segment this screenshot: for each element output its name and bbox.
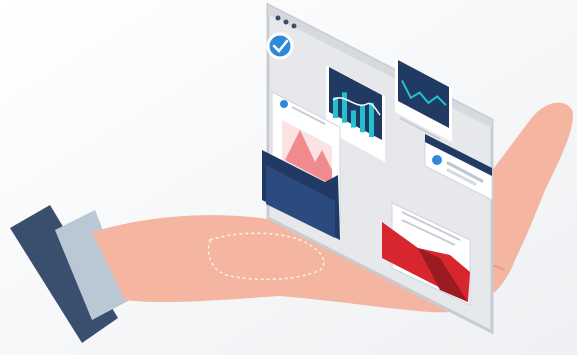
chart-bar [369, 102, 374, 138]
checkmark-badge-icon [266, 32, 294, 60]
chart-bar [351, 110, 356, 128]
chart-bar [360, 105, 365, 133]
hand-holding-interface-illustration [0, 0, 577, 355]
chart-bar [342, 92, 347, 123]
illustration-scene [0, 0, 577, 355]
